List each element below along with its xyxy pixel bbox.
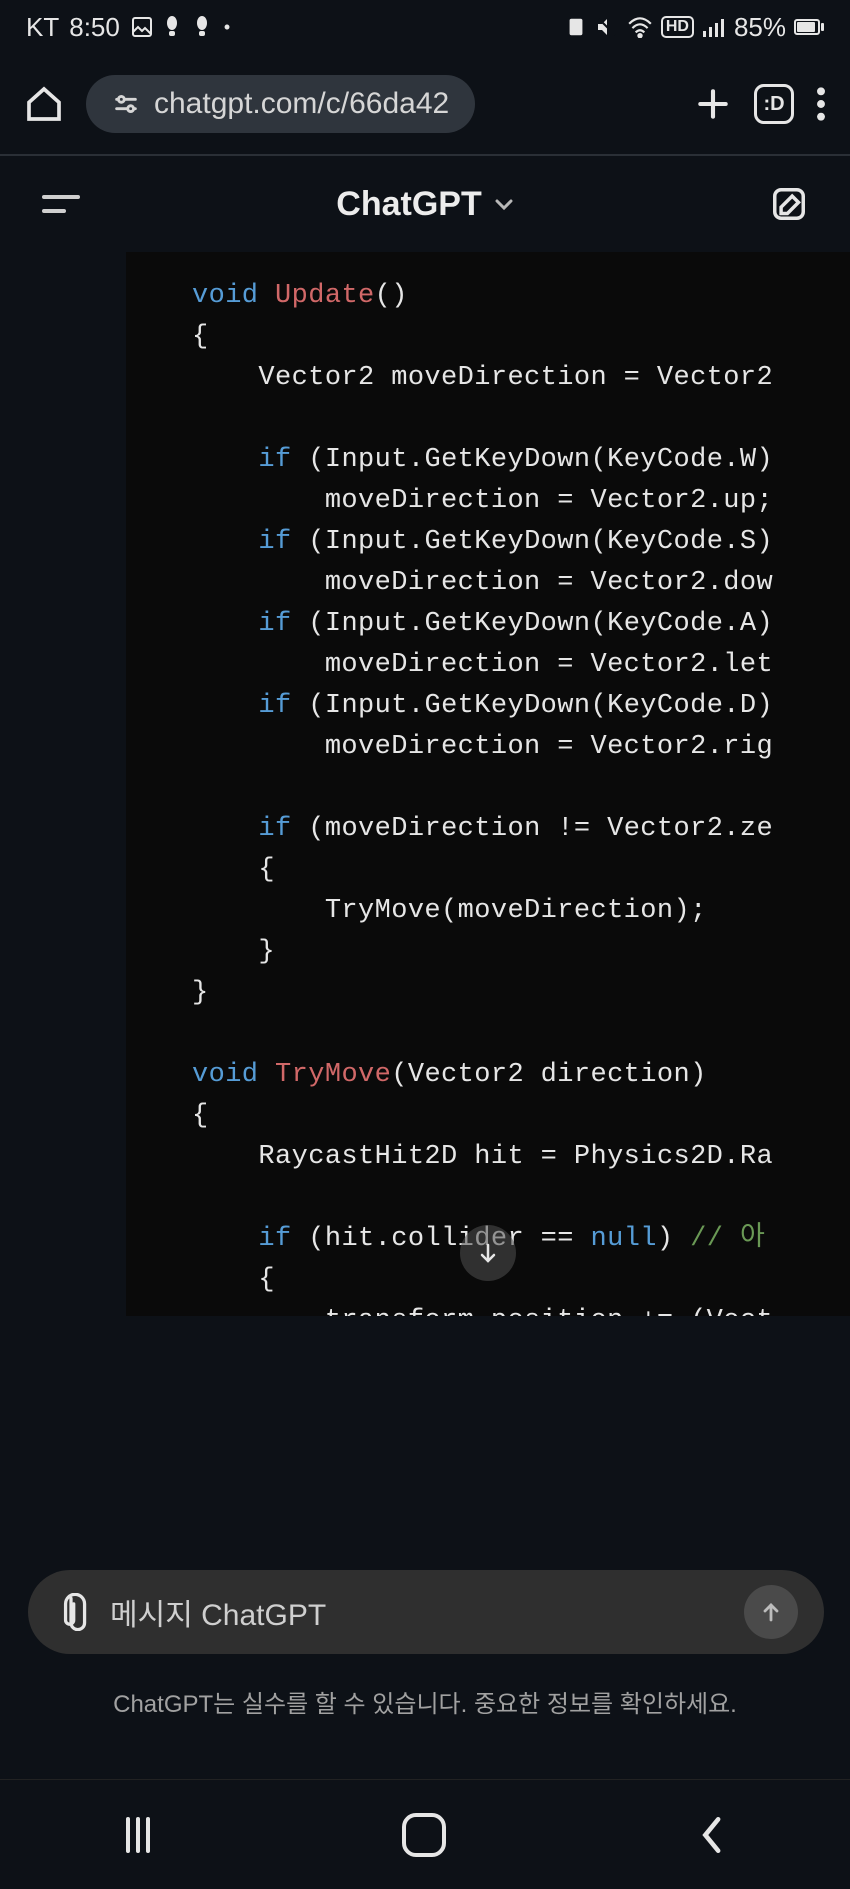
battery-icon <box>794 19 824 35</box>
status-right: HD 85% <box>565 12 824 43</box>
model-selector[interactable]: ChatGPT <box>336 185 513 224</box>
time-label: 8:50 <box>69 12 120 43</box>
code-block: void Update() { Vector2 moveDirection = … <box>126 252 850 1316</box>
scroll-down-button[interactable] <box>460 1225 516 1281</box>
carrier-label: KT <box>26 12 59 43</box>
menu-icon[interactable] <box>42 195 80 213</box>
dot-icon: • <box>224 17 230 38</box>
image-icon <box>130 15 154 39</box>
nav-back-button[interactable] <box>698 1815 724 1855</box>
wifi-icon <box>627 16 653 38</box>
browser-bar: chatgpt.com/c/66da42 :D <box>0 54 850 154</box>
message-input[interactable]: 메시지 ChatGPT <box>28 1570 824 1654</box>
compose-icon[interactable] <box>770 185 808 223</box>
footprint-icon <box>194 15 214 39</box>
nav-recents-button[interactable] <box>126 1817 150 1853</box>
new-tab-icon[interactable] <box>694 85 732 123</box>
app-title-text: ChatGPT <box>336 185 481 224</box>
url-text: chatgpt.com/c/66da42 <box>154 87 449 121</box>
home-icon[interactable] <box>24 84 64 124</box>
hd-badge: HD <box>661 16 694 38</box>
footprint-icon <box>164 15 184 39</box>
more-icon[interactable] <box>816 85 826 123</box>
disclaimer-text: ChatGPT는 실수를 할 수 있습니다. 중요한 정보를 확인하세요. <box>0 1684 850 1719</box>
battery-saver-icon <box>565 16 587 38</box>
send-button[interactable] <box>744 1585 798 1639</box>
attachment-icon[interactable] <box>54 1593 88 1631</box>
arrow-up-icon <box>759 1600 783 1624</box>
system-nav-bar <box>0 1779 850 1889</box>
arrow-down-icon <box>476 1241 500 1265</box>
mute-icon <box>595 15 619 39</box>
status-left: KT 8:50 • <box>26 12 230 43</box>
battery-percent: 85% <box>734 12 786 43</box>
nav-home-button[interactable] <box>402 1813 446 1857</box>
url-bar[interactable]: chatgpt.com/c/66da42 <box>86 75 475 133</box>
tabs-button[interactable]: :D <box>754 84 794 124</box>
status-bar: KT 8:50 • HD 85% <box>0 0 850 54</box>
app-header: ChatGPT <box>0 156 850 252</box>
message-content[interactable]: void Update() { Vector2 moveDirection = … <box>126 252 850 1316</box>
chevron-down-icon <box>494 197 514 211</box>
signal-icon <box>702 17 726 37</box>
site-settings-icon[interactable] <box>112 90 140 118</box>
message-placeholder: 메시지 ChatGPT <box>110 1590 722 1634</box>
